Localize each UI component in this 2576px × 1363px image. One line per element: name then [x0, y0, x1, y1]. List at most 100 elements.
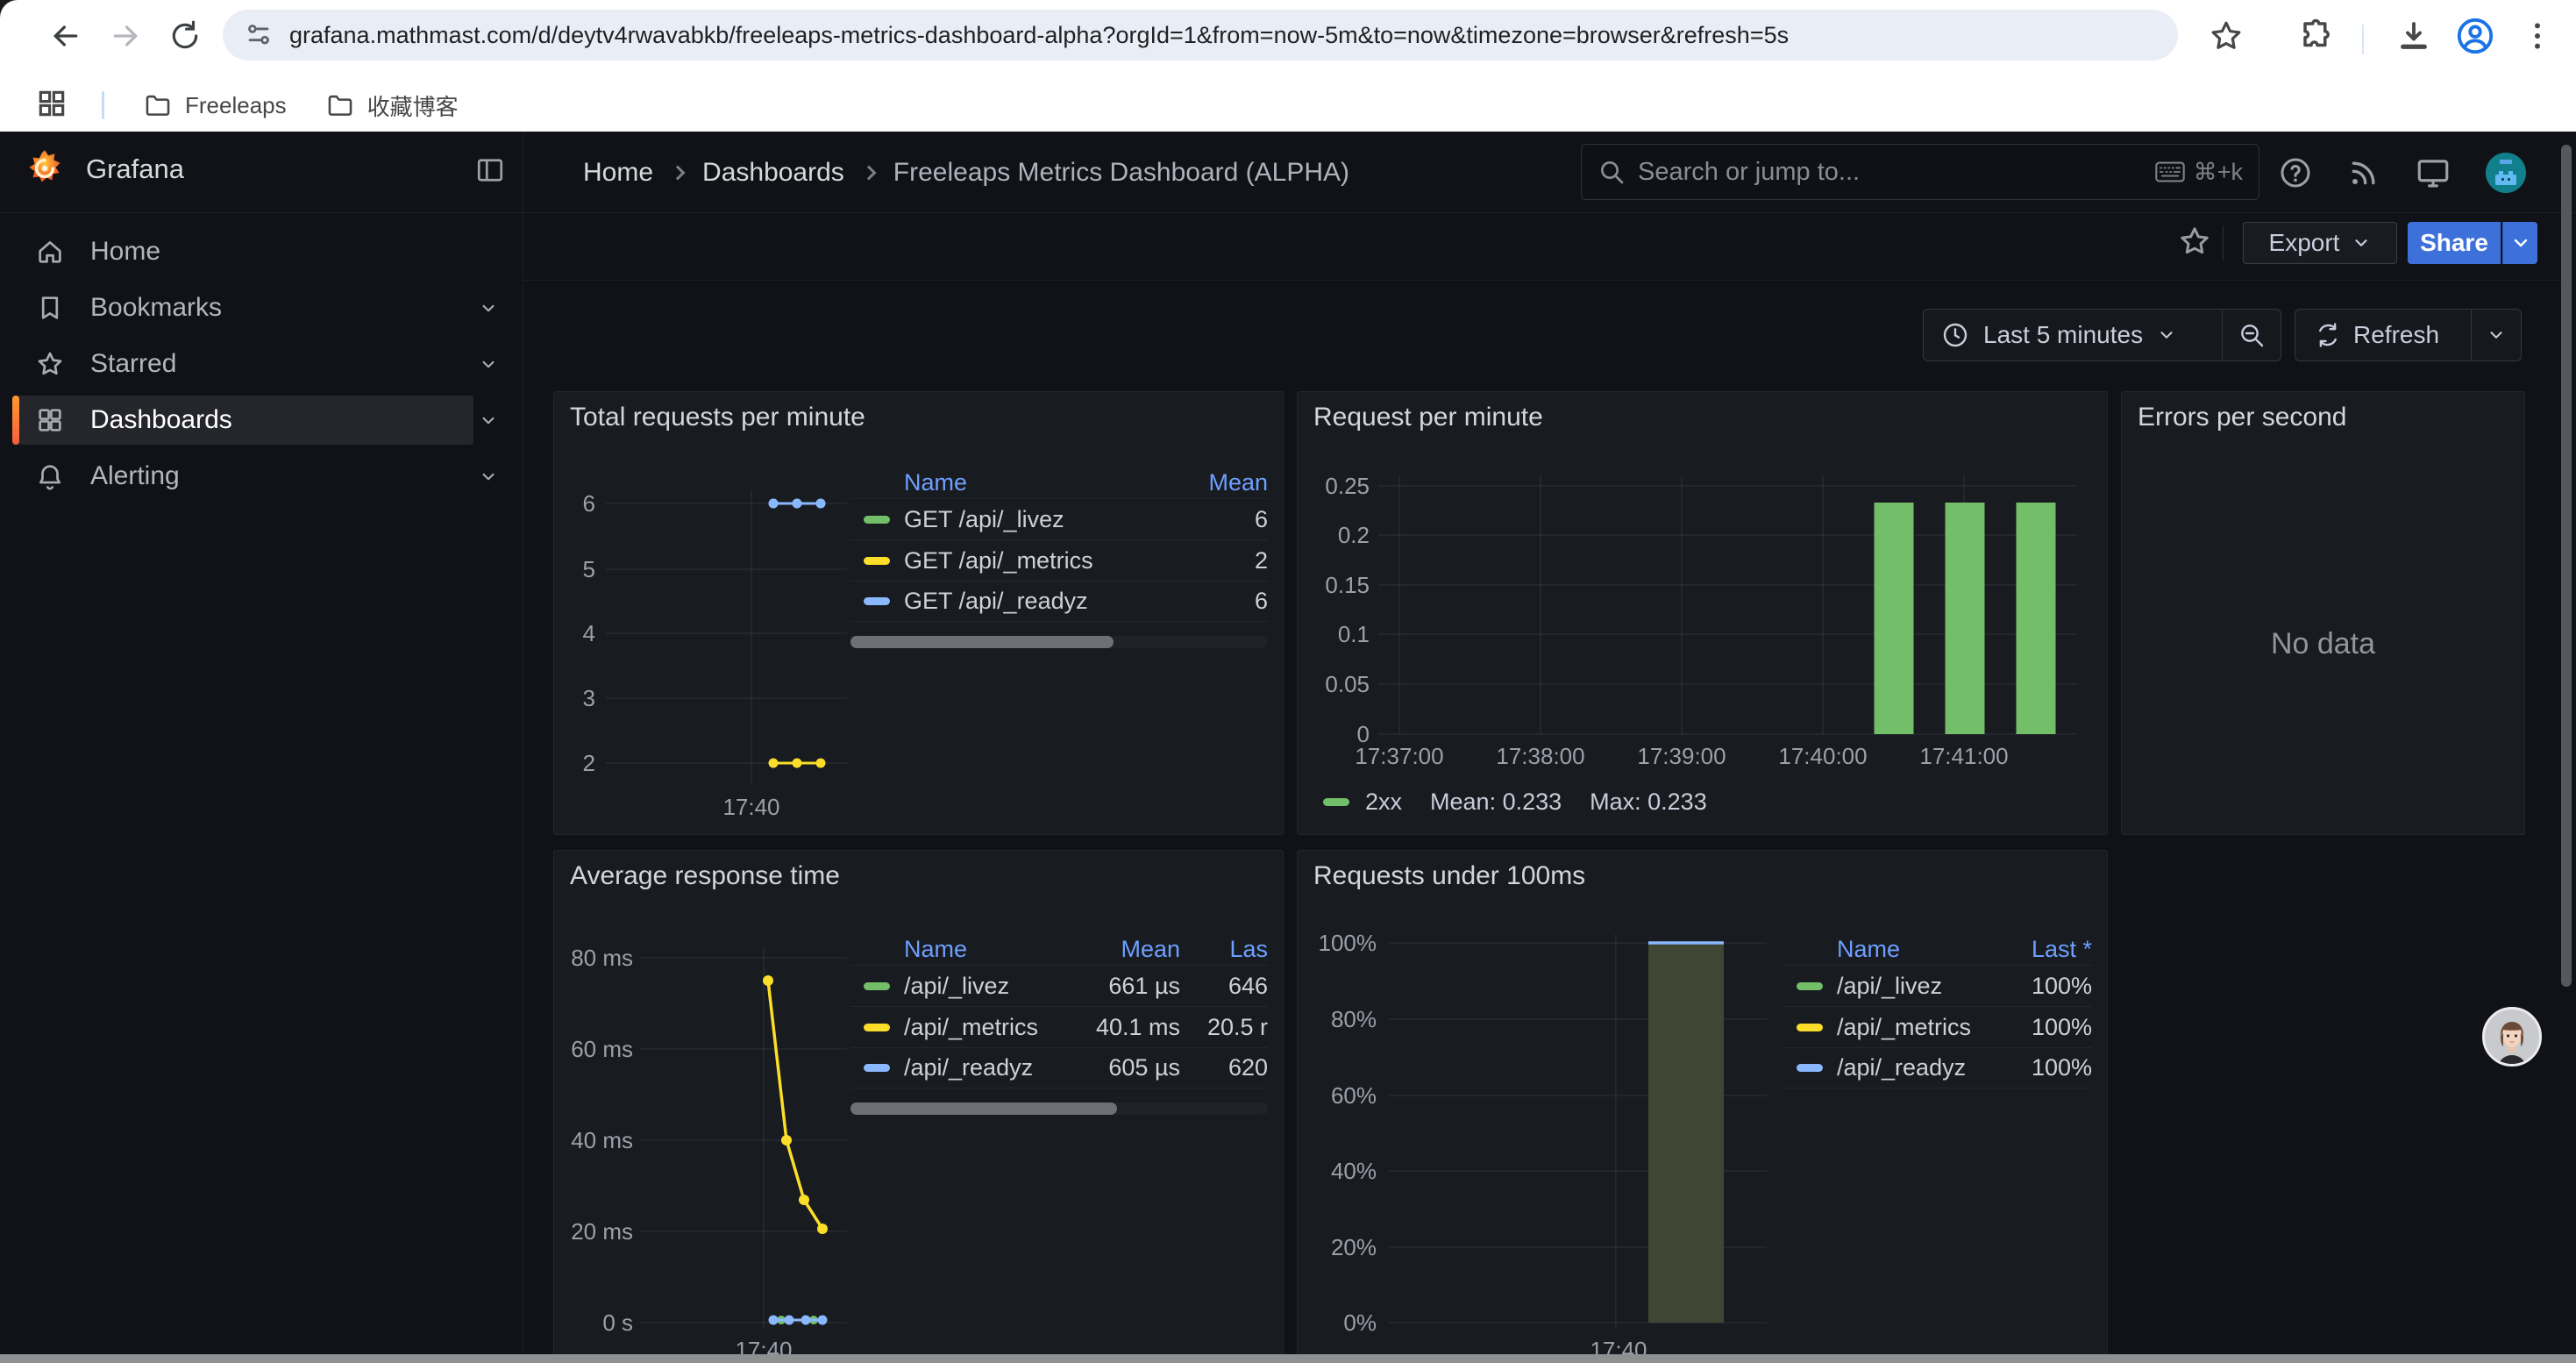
legend-column-header[interactable]: Mean — [1049, 936, 1180, 963]
legend-row[interactable]: GET /api/_livez6 — [850, 498, 1268, 539]
dashboard-toolbar: Export Share — [523, 213, 2562, 281]
legend-row[interactable]: GET /api/_metrics2 — [850, 539, 1268, 581]
series-color-swatch[interactable] — [864, 516, 890, 524]
bookmark-icon — [35, 293, 65, 323]
sidebar-toggle-button[interactable] — [474, 154, 506, 190]
breadcrumb-item[interactable]: Dashboards — [702, 158, 844, 188]
sidebar-item-dashboards[interactable]: Dashboards — [0, 392, 523, 448]
chevron-down-icon[interactable] — [477, 409, 500, 432]
panel-average-response-time: Average response time 80 ms60 ms40 ms20 … — [553, 850, 1284, 1363]
sidebar-item-label: Starred — [90, 349, 176, 379]
browser-toolbar: grafana.mathmast.com/d/deytv4rwavabkb/fr… — [0, 0, 2576, 79]
series-color-swatch[interactable] — [864, 597, 890, 605]
series-name[interactable]: 2xx — [1365, 789, 1402, 816]
legend-scrollbar[interactable] — [850, 636, 1268, 648]
breadcrumb-item: Freeleaps Metrics Dashboard (ALPHA) — [893, 158, 1349, 188]
legend-row[interactable]: /api/_readyz605 µs620 — [850, 1047, 1268, 1088]
legend-value: 100% — [1996, 973, 2092, 1000]
series-color-swatch[interactable] — [864, 1024, 890, 1031]
browser-menu-button[interactable] — [2520, 16, 2555, 56]
bookmark-folder[interactable]: 收藏博客 — [325, 89, 459, 122]
series-color-swatch[interactable] — [864, 557, 890, 565]
url-text: grafana.mathmast.com/d/deytv4rwavabkb/fr… — [289, 22, 1789, 49]
chevron-down-icon[interactable] — [477, 353, 500, 375]
sidebar-item-alerting[interactable]: Alerting — [0, 448, 523, 504]
export-button[interactable]: Export — [2243, 222, 2397, 264]
reload-icon — [168, 19, 202, 53]
site-settings-icon[interactable] — [244, 20, 274, 50]
brand[interactable]: Grafana — [23, 147, 184, 191]
svg-text:0.1: 0.1 — [1338, 621, 1370, 647]
series-color-swatch[interactable] — [1797, 1024, 1823, 1031]
series-color-swatch[interactable] — [1797, 982, 1823, 990]
zoom-out-icon — [2238, 321, 2266, 349]
favorite-dashboard-button[interactable] — [2177, 224, 2212, 263]
legend-column-header[interactable]: Last * — [1996, 936, 2092, 963]
legend-row[interactable]: /api/_readyz100% — [1783, 1047, 2092, 1088]
vertical-scrollbar[interactable] — [2561, 145, 2572, 987]
chevron-down-icon[interactable] — [477, 296, 500, 319]
legend-header: NameMean — [850, 467, 1268, 498]
bell-icon — [35, 461, 65, 491]
address-bar[interactable]: grafana.mathmast.com/d/deytv4rwavabkb/fr… — [223, 10, 2178, 61]
legend-value: 2 — [1163, 547, 1268, 574]
bookmarks-bar: Freeleaps 收藏博客 — [0, 79, 2576, 132]
series-color-swatch[interactable] — [864, 982, 890, 990]
toolbar-divider — [2223, 225, 2224, 260]
home-icon — [35, 237, 65, 267]
legend-row[interactable]: /api/_livez661 µs646 — [850, 965, 1268, 1006]
bookmark-page-button[interactable] — [2208, 16, 2245, 56]
svg-text:0%: 0% — [1343, 1309, 1377, 1336]
series-color-swatch[interactable] — [1797, 1064, 1823, 1072]
woman-avatar-icon — [2485, 1010, 2539, 1064]
legend-value: 20.5 r — [1180, 1014, 1268, 1041]
forward-button[interactable] — [105, 16, 146, 56]
profile-button[interactable] — [2455, 16, 2495, 56]
chevron-down-icon[interactable] — [477, 465, 500, 488]
puzzle-icon — [2299, 18, 2336, 54]
sidebar-item-starred[interactable]: Starred — [0, 336, 523, 392]
svg-text:60%: 60% — [1331, 1082, 1377, 1109]
chevron-down-icon — [2352, 233, 2371, 253]
legend-scrollbar[interactable] — [850, 1103, 1268, 1115]
news-rss-icon[interactable] — [2346, 155, 2381, 190]
svg-text:0.15: 0.15 — [1325, 572, 1370, 598]
apps-grid-button[interactable] — [35, 87, 68, 125]
folder-icon — [143, 90, 173, 120]
legend-row[interactable]: /api/_livez100% — [1783, 965, 2092, 1006]
panel-title[interactable]: Errors per second — [2138, 403, 2346, 432]
refresh-button[interactable]: Refresh — [2295, 321, 2471, 349]
svg-text:40 ms: 40 ms — [571, 1127, 633, 1153]
share-button[interactable]: Share — [2408, 222, 2501, 264]
legend-column-header[interactable]: Las — [1180, 936, 1268, 963]
chevron-down-icon — [2487, 325, 2506, 345]
legend-column-header[interactable]: Mean — [1163, 469, 1268, 496]
breadcrumb-item[interactable]: Home — [583, 158, 653, 188]
user-avatar[interactable] — [2485, 152, 2527, 194]
monitor-icon[interactable] — [2415, 154, 2451, 191]
search-placeholder: Search or jump to... — [1638, 158, 2155, 187]
zoom-out-button[interactable] — [2223, 321, 2281, 349]
reload-button[interactable] — [165, 16, 205, 56]
refresh-interval-button[interactable] — [2472, 325, 2521, 345]
sidebar-item-home[interactable]: Home — [0, 224, 523, 280]
legend-row[interactable]: GET /api/_readyz6 — [850, 581, 1268, 622]
help-icon[interactable] — [2278, 155, 2313, 190]
legend-row[interactable]: /api/_metrics40.1 ms20.5 r — [850, 1006, 1268, 1047]
extensions-button[interactable] — [2299, 16, 2336, 56]
legend-header: NameMeanLas — [850, 933, 1268, 965]
horizontal-scrollbar[interactable] — [0, 1354, 2576, 1363]
downloads-button[interactable] — [2395, 16, 2432, 56]
search-input[interactable]: Search or jump to... ⌘+k — [1581, 144, 2259, 200]
back-button[interactable] — [46, 16, 86, 56]
time-range-picker[interactable]: Last 5 minutes — [1924, 321, 2222, 349]
folder-icon — [325, 90, 355, 120]
legend-row[interactable]: /api/_metrics100% — [1783, 1006, 2092, 1047]
back-icon — [48, 18, 83, 54]
share-menu-button[interactable] — [2502, 222, 2537, 264]
toolbar-divider — [2362, 25, 2364, 54]
bookmark-folder[interactable]: Freeleaps — [143, 89, 287, 122]
series-color-swatch[interactable] — [864, 1064, 890, 1072]
floating-avatar-widget[interactable] — [2482, 1007, 2542, 1067]
sidebar-item-bookmarks[interactable]: Bookmarks — [0, 280, 523, 336]
